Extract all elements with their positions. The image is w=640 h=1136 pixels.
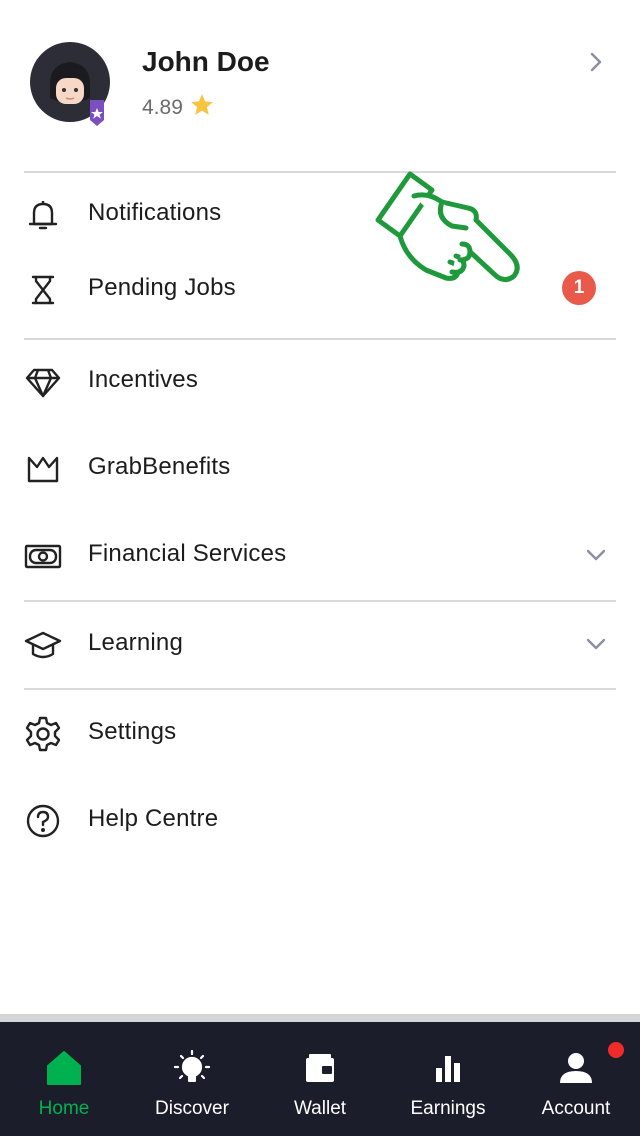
menu-item-pending-jobs[interactable]: Pending Jobs 1 <box>0 259 640 319</box>
tab-label-account: Account <box>541 1098 611 1119</box>
menu-label-learning: Learning <box>88 629 184 656</box>
menu-item-grabbenefits[interactable]: GrabBenefits <box>0 438 640 498</box>
profile-name: John Doe <box>142 46 270 77</box>
menu-label-settings: Settings <box>88 718 177 745</box>
banknote-icon <box>24 537 62 575</box>
chevron-down-icon[interactable] <box>584 632 608 656</box>
graduation-cap-icon <box>24 626 62 664</box>
menu-label-help-centre: Help Centre <box>88 805 219 832</box>
gear-icon <box>24 715 62 753</box>
tab-label-discover: Discover <box>155 1098 229 1119</box>
chevron-right-icon[interactable] <box>584 50 608 74</box>
profile-header[interactable]: John Doe 4.89 <box>0 0 640 150</box>
bottom-navigation: Home Discover Wallet Earnings Account <box>0 1014 640 1136</box>
crown-icon <box>24 450 62 488</box>
pointing-hand-icon <box>370 168 540 298</box>
avatar[interactable] <box>30 42 116 128</box>
tab-wallet[interactable]: Wallet <box>256 1036 384 1136</box>
notification-dot <box>608 1042 624 1058</box>
hourglass-icon <box>24 271 62 309</box>
tab-account[interactable]: Account <box>512 1036 640 1136</box>
tab-label-wallet: Wallet <box>293 1098 347 1119</box>
divider <box>24 688 616 690</box>
menu-item-incentives[interactable]: Incentives <box>0 351 640 411</box>
tab-label-earnings: Earnings <box>410 1098 486 1119</box>
tab-discover[interactable]: Discover <box>128 1036 256 1136</box>
chevron-down-icon[interactable] <box>584 543 608 567</box>
menu-label-incentives: Incentives <box>88 366 199 393</box>
wallet-icon <box>300 1048 340 1088</box>
divider <box>24 338 616 340</box>
menu-item-help-centre[interactable]: Help Centre <box>0 790 640 850</box>
bar-chart-icon <box>428 1048 468 1088</box>
rating-value: 4.89 <box>142 96 183 119</box>
tab-label-home: Home <box>38 1098 90 1119</box>
tab-home[interactable]: Home <box>0 1036 128 1136</box>
person-icon <box>556 1048 596 1088</box>
menu-item-financial-services[interactable]: Financial Services <box>0 525 640 585</box>
bell-icon <box>24 196 62 234</box>
home-icon <box>44 1048 84 1088</box>
menu-label-financial-services: Financial Services <box>88 540 287 567</box>
menu-label-grabbenefits: GrabBenefits <box>88 453 231 480</box>
menu-item-settings[interactable]: Settings <box>0 703 640 763</box>
menu-item-learning[interactable]: Learning <box>0 614 640 674</box>
menu-item-notifications[interactable]: Notifications <box>0 184 640 244</box>
rating: 4.89 <box>142 92 215 124</box>
lightbulb-icon <box>172 1048 212 1088</box>
tab-earnings[interactable]: Earnings <box>384 1036 512 1136</box>
divider <box>24 600 616 602</box>
menu-label-pending-jobs: Pending Jobs <box>88 274 236 301</box>
pending-jobs-badge: 1 <box>562 271 596 305</box>
menu-label-notifications: Notifications <box>88 199 222 226</box>
question-circle-icon <box>24 802 62 840</box>
diamond-icon <box>24 363 62 401</box>
star-icon <box>189 92 215 124</box>
